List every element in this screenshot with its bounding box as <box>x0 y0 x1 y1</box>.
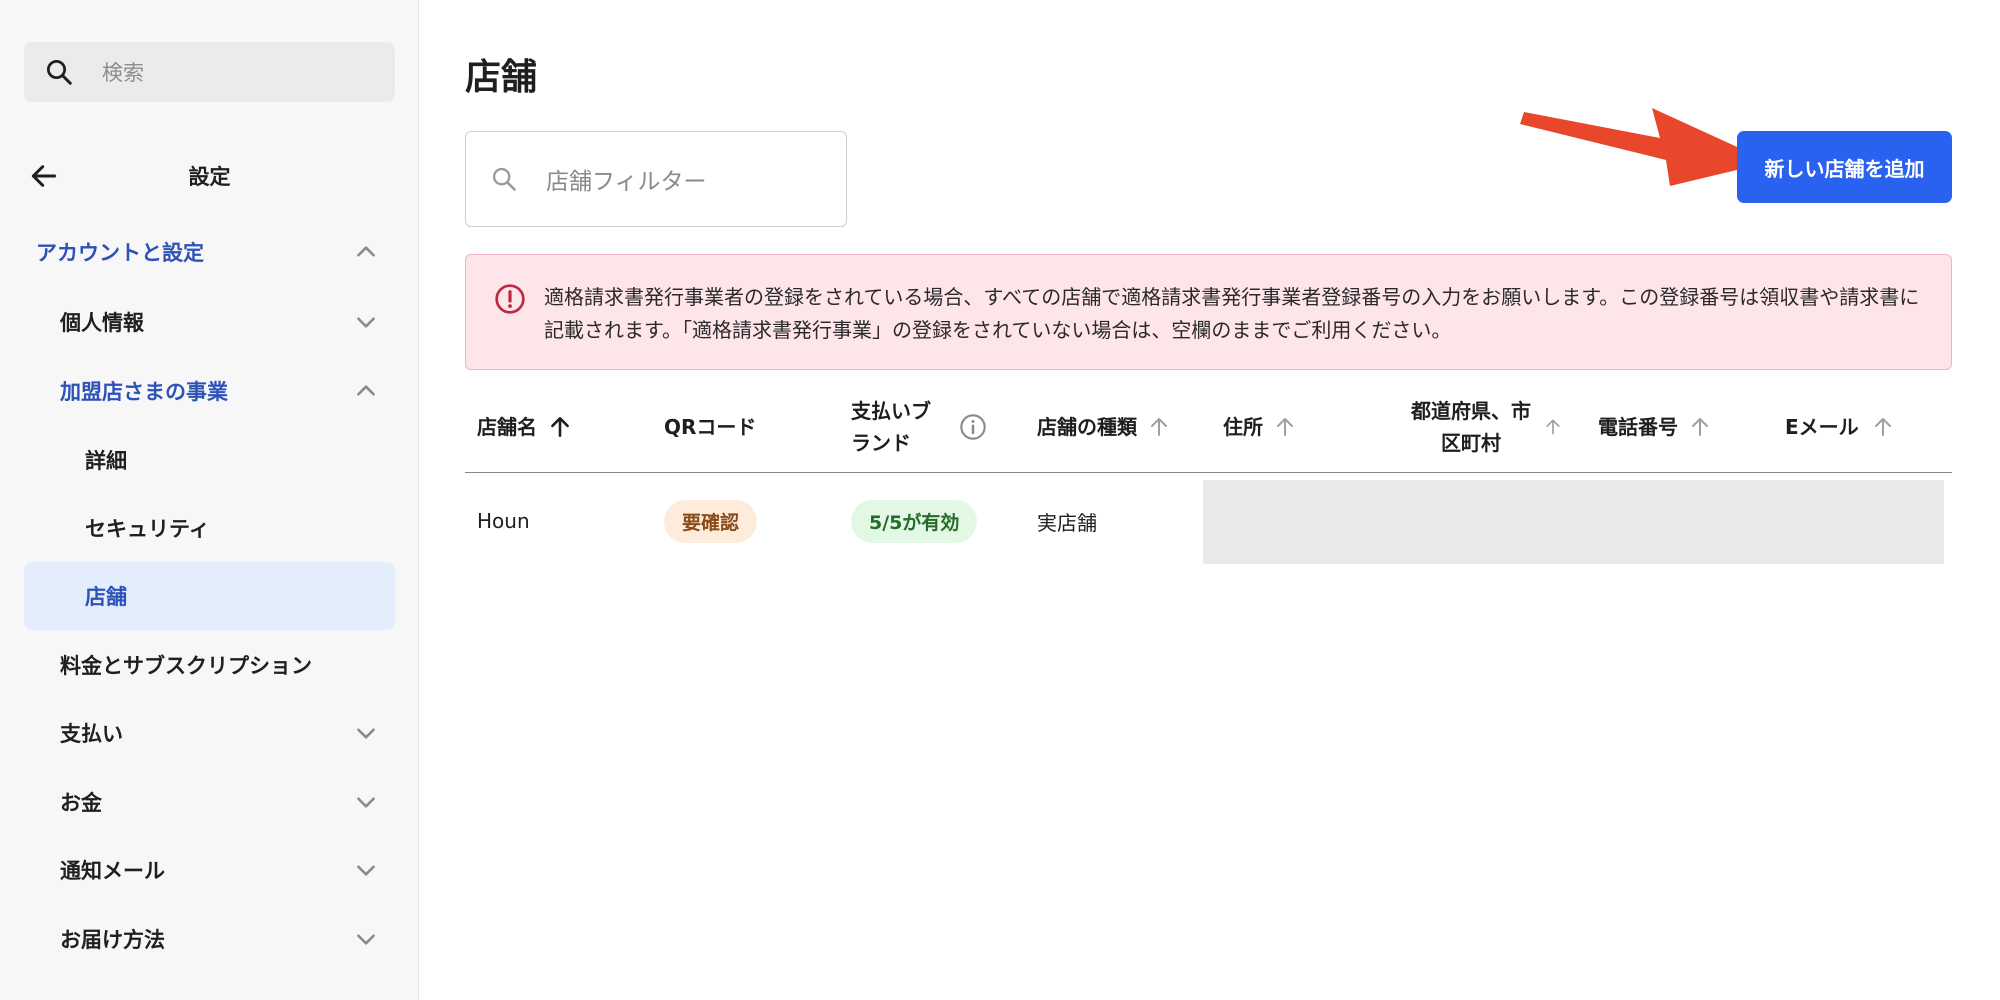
sidebar-search-input[interactable]: 検索 <box>24 42 395 102</box>
redacted-block <box>1203 480 1944 564</box>
sidebar-item-stores[interactable]: 店舗 <box>24 562 395 630</box>
sidebar-item-account-settings[interactable]: アカウントと設定 <box>24 219 395 285</box>
column-header-label: 店舗の種類 <box>1037 414 1137 439</box>
column-header-email[interactable]: Eメール <box>1785 380 1895 473</box>
annotation-arrow-icon <box>1520 108 1770 186</box>
column-header-qr-code: QRコード <box>664 380 756 473</box>
chevron-up-icon <box>357 385 375 396</box>
alert-message: 適格請求書発行事業者の登録をされている場合、すべての店舗で適格請求書発行事業者登… <box>544 285 1920 342</box>
add-store-button[interactable]: 新しい店舗を追加 <box>1737 131 1952 203</box>
chevron-down-icon <box>357 934 375 945</box>
search-icon <box>47 60 72 85</box>
cell-qr-code: 要確認 <box>664 478 758 564</box>
store-filter-input[interactable]: 店舗フィルター <box>465 131 847 227</box>
sidebar-item-details[interactable]: 詳細 <box>24 427 395 493</box>
store-filter-placeholder: 店舗フィルター <box>546 169 707 195</box>
sort-arrow-up-icon <box>1874 417 1891 436</box>
column-header-address[interactable]: 住所 <box>1223 380 1297 473</box>
column-header-label: QRコード <box>664 414 757 439</box>
sidebar-item-money[interactable]: お金 <box>24 769 395 835</box>
cell-store-name: Houn <box>477 509 530 533</box>
invoice-registration-alert: 適格請求書発行事業者の登録をされている場合、すべての店舗で適格請求書発行事業者登… <box>465 254 1952 370</box>
column-header-payment-brand: 支払いブ ランド <box>851 380 987 473</box>
column-header-label: Eメール <box>1785 414 1859 439</box>
page-title: 店舗 <box>465 57 538 98</box>
sidebar-item-label: 料金とサブスクリプション <box>60 654 312 678</box>
cell-store-type: 実店舗 <box>1037 510 1097 535</box>
column-header-label-line: ランド <box>851 430 911 455</box>
sidebar-item-label: 通知メール <box>60 859 165 883</box>
stores-table-header: 店舗名 QRコード 支払いブ ランド 店舗の種類 住所 都道府県、市 区町村 電… <box>465 380 1952 473</box>
qr-status-badge[interactable]: 要確認 <box>664 499 758 543</box>
search-icon <box>492 167 516 191</box>
column-header-store-type[interactable]: 店舗の種類 <box>1037 380 1171 473</box>
main-content: 店舗 店舗フィルター 新しい店舗を追加 適格請求書発行事業者の登録をされている場… <box>419 0 2000 1000</box>
sidebar-item-label: アカウントと設定 <box>36 241 204 265</box>
sort-arrow-up-icon <box>1692 417 1708 436</box>
sidebar-item-label: セキュリティ <box>85 517 210 541</box>
info-icon[interactable] <box>959 413 987 441</box>
cell-payment-brand: 5/5が有効 <box>851 478 978 564</box>
column-header-prefecture-city[interactable]: 都道府県、市 区町村 <box>1411 380 1563 473</box>
chevron-down-icon <box>357 728 375 739</box>
column-header-label: 支払いブ ランド <box>851 395 931 459</box>
sidebar-item-label: お届け方法 <box>60 928 165 952</box>
column-header-store-name[interactable]: 店舗名 <box>477 380 573 473</box>
table-row[interactable]: Houn 要確認 5/5が有効 実店舗 <box>465 478 1952 564</box>
chevron-down-icon <box>357 865 375 876</box>
sort-arrow-up-icon <box>1277 417 1293 436</box>
sidebar-item-merchant-business[interactable]: 加盟店さまの事業 <box>24 358 395 424</box>
sidebar-item-notification-email[interactable]: 通知メール <box>24 837 395 903</box>
column-header-label-line: 区町村 <box>1441 430 1501 455</box>
sidebar-item-label: 店舗 <box>85 585 127 609</box>
sidebar-item-fees-subscription[interactable]: 料金とサブスクリプション <box>24 632 395 698</box>
sort-arrow-up-icon <box>551 416 569 437</box>
brand-status-badge[interactable]: 5/5が有効 <box>851 499 978 543</box>
sidebar-item-personal-info[interactable]: 個人情報 <box>24 289 395 355</box>
chevron-up-icon <box>357 246 375 257</box>
settings-title: 設定 <box>188 165 231 189</box>
column-header-label: 住所 <box>1223 414 1263 439</box>
sort-arrow-up-icon <box>1151 417 1167 436</box>
settings-back-row: 設定 <box>24 150 395 202</box>
sidebar: 検索 設定 アカウントと設定 個人情報 加盟店さまの事業 詳細 セキュリティ 店… <box>0 0 419 1000</box>
column-header-label-line: 支払いブ <box>851 398 931 423</box>
chevron-down-icon <box>357 317 375 328</box>
sort-arrow-up-icon <box>1546 419 1560 434</box>
column-header-phone[interactable]: 電話番号 <box>1598 380 1712 473</box>
sidebar-item-label: 個人情報 <box>60 311 144 335</box>
sidebar-search-placeholder: 検索 <box>102 61 144 85</box>
column-header-label-line: 都道府県、市 <box>1411 398 1531 423</box>
chevron-down-icon <box>357 797 375 808</box>
column-header-label: 店舗名 <box>477 414 537 439</box>
sidebar-item-label: お金 <box>60 791 102 815</box>
sidebar-item-label: 詳細 <box>85 449 127 473</box>
sidebar-item-delivery-method[interactable]: お届け方法 <box>24 906 395 972</box>
sidebar-item-label: 支払い <box>60 722 123 746</box>
alert-exclamation-icon <box>495 284 525 314</box>
sidebar-item-label: 加盟店さまの事業 <box>60 380 228 404</box>
sidebar-item-security[interactable]: セキュリティ <box>24 495 395 561</box>
column-header-label: 都道府県、市 区町村 <box>1411 395 1531 459</box>
sidebar-item-payments[interactable]: 支払い <box>24 700 395 766</box>
column-header-label: 電話番号 <box>1598 414 1678 439</box>
